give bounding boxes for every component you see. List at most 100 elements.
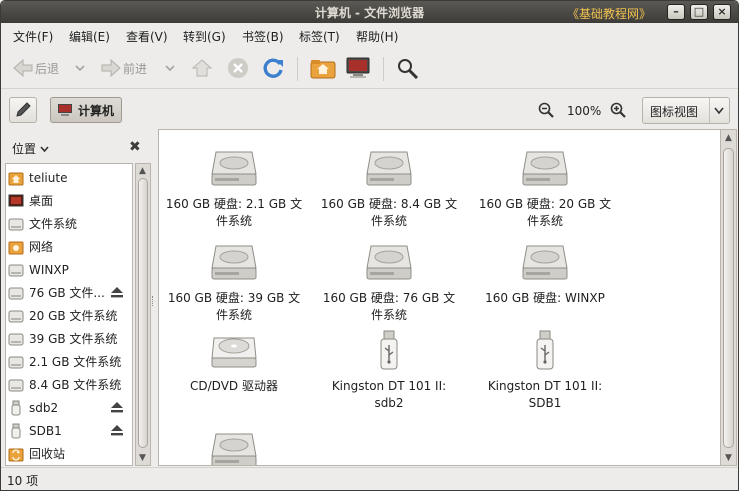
sidebar-item[interactable]: WINXP — [6, 258, 132, 281]
drive-icon — [8, 354, 24, 370]
eject-icon[interactable] — [110, 286, 124, 301]
maximize-button[interactable]: □ — [690, 4, 708, 20]
home-folder-button[interactable] — [310, 57, 336, 79]
item-label-line1: 160 GB 硬盘: 39 GB 文 — [167, 291, 301, 305]
drive-icon — [8, 285, 24, 301]
toggle-location-edit-button[interactable] — [9, 97, 37, 123]
sidebar-item-label: 39 GB 文件系统 — [29, 332, 118, 346]
drive-icon — [8, 308, 24, 324]
stop-button[interactable] — [226, 57, 250, 79]
sidebar-header: 位置 ✖ — [5, 131, 153, 163]
sidebar-item[interactable]: SDB1 — [6, 419, 132, 442]
home-icon — [8, 170, 24, 186]
scroll-down-icon[interactable]: ▼ — [725, 453, 732, 463]
sidebar-scroll-thumb[interactable] — [138, 178, 148, 448]
drive-icon — [8, 216, 24, 232]
watermark: 《基础教程网》 — [567, 7, 652, 21]
up-button[interactable] — [190, 57, 214, 79]
sidebar-item[interactable]: 回收站 — [6, 442, 132, 465]
places-list: teliute 桌面文件系统网络 WINXP 76 GB 文件... 20 GB 文件系… — [5, 163, 133, 466]
harddisk-icon — [470, 148, 620, 193]
sidebar-item[interactable]: sdb2 — [6, 396, 132, 419]
drive-item[interactable]: Kingston DT 101 II: SDB1 — [470, 330, 620, 412]
sidebar-item[interactable]: teliute — [6, 166, 132, 189]
scroll-up-icon[interactable]: ▲ — [725, 133, 732, 143]
computer-icon — [346, 57, 370, 78]
menu-file[interactable]: 文件(F) — [13, 28, 53, 45]
item-count: 10 项 — [7, 474, 39, 488]
drive-icon — [8, 377, 24, 393]
sidebar-item[interactable]: 网络 — [6, 235, 132, 258]
zoom-in-button[interactable] — [610, 102, 626, 121]
search-icon — [398, 59, 419, 79]
item-label-line1: Kingston DT 101 II: — [331, 379, 447, 393]
search-button[interactable] — [396, 57, 420, 79]
menu-help[interactable]: 帮助(H) — [356, 28, 398, 45]
eject-icon[interactable] — [110, 401, 124, 416]
sidebar-item[interactable]: 39 GB 文件系统 — [6, 327, 132, 350]
usb-drive-icon — [470, 330, 620, 375]
eject-icon[interactable] — [110, 424, 124, 439]
title-bar[interactable]: 计算机 - 文件浏览器 《基础教程网》 – □ × — [1, 1, 738, 23]
drive-item[interactable] — [159, 430, 309, 465]
reload-icon — [263, 58, 283, 78]
forward-history-dropdown[interactable] — [165, 57, 175, 79]
view-mode-divider — [709, 98, 710, 123]
back-label: 后退 — [35, 61, 60, 76]
breadcrumb-computer[interactable]: 计算机 — [50, 97, 122, 123]
harddisk-icon — [159, 430, 309, 465]
sidebar-item[interactable]: 8.4 GB 文件系统 — [6, 373, 132, 396]
zoom-out-icon — [538, 102, 554, 118]
zoom-out-button[interactable] — [538, 102, 554, 121]
sidebar-item[interactable]: 2.1 GB 文件系统 — [6, 350, 132, 373]
view-mode-select[interactable]: 图标视图 — [642, 97, 730, 124]
content-scrollbar[interactable]: ▲ ▼ — [720, 129, 737, 466]
menu-view[interactable]: 查看(V) — [126, 28, 168, 45]
scroll-down-icon[interactable]: ▼ — [139, 453, 146, 463]
back-button[interactable]: 后退 — [11, 57, 59, 79]
sidebar-item[interactable]: 文件系统 — [6, 212, 132, 235]
sidebar-item[interactable]: 20 GB 文件系统 — [6, 304, 132, 327]
drive-item[interactable]: 160 GB 硬盘: 20 GB 文件系统 — [470, 148, 620, 230]
drive-item[interactable]: 160 GB 硬盘: WINXP — [470, 242, 620, 307]
minimize-button[interactable]: – — [667, 4, 685, 20]
sidebar-item-label: 20 GB 文件系统 — [29, 309, 118, 323]
harddisk-icon — [314, 148, 464, 193]
sidebar-item[interactable]: 76 GB 文件... — [6, 281, 132, 304]
scroll-up-icon[interactable]: ▲ — [139, 166, 146, 176]
drive-item[interactable]: 160 GB 硬盘: 2.1 GB 文件系统 — [159, 148, 309, 230]
drive-item[interactable]: 160 GB 硬盘: 39 GB 文件系统 — [159, 242, 309, 324]
item-label-line1: CD/DVD 驱动器 — [190, 379, 278, 393]
back-history-dropdown[interactable] — [75, 57, 85, 79]
sidebar-item[interactable]: 桌面 — [6, 189, 132, 212]
content-scroll-thumb[interactable] — [723, 148, 734, 448]
drive-item[interactable]: CD/DVD 驱动器 — [159, 330, 309, 395]
drive-item[interactable]: Kingston DT 101 II: sdb2 — [314, 330, 464, 412]
chevron-down-icon — [75, 65, 85, 72]
home-up-icon — [191, 59, 213, 77]
trash-icon — [8, 446, 24, 462]
toolbar: 后退 前进 — [1, 47, 738, 89]
item-label-line2: sdb2 — [374, 396, 404, 410]
network-icon — [8, 239, 24, 255]
zoom-level[interactable]: 100% — [567, 104, 601, 118]
close-sidebar-button[interactable]: ✖ — [129, 139, 141, 155]
computer-button[interactable] — [345, 57, 371, 79]
forward-label: 前进 — [123, 61, 148, 76]
menu-bookmarks[interactable]: 书签(B) — [242, 28, 284, 45]
drive-item[interactable]: 160 GB 硬盘: 8.4 GB 文件系统 — [314, 148, 464, 230]
pane-resize-handle[interactable] — [152, 296, 155, 306]
sidebar-item-label: 文件系统 — [29, 217, 78, 231]
reload-button[interactable] — [262, 57, 286, 79]
drive-item[interactable]: 160 GB 硬盘: 76 GB 文件系统 — [314, 242, 464, 324]
home-folder-icon — [310, 60, 336, 79]
menu-go[interactable]: 转到(G) — [183, 28, 226, 45]
close-button[interactable]: × — [713, 4, 731, 20]
forward-button[interactable]: 前进 — [99, 57, 147, 79]
sidebar-scrollbar[interactable]: ▲ ▼ — [135, 163, 151, 466]
menu-tabs[interactable]: 标签(T) — [299, 28, 340, 45]
harddisk-icon — [314, 242, 464, 287]
sidebar-type-select[interactable]: 位置 — [12, 140, 49, 157]
menu-edit[interactable]: 编辑(E) — [69, 28, 110, 45]
item-label-line1: 160 GB 硬盘: 76 GB 文 — [322, 291, 456, 305]
